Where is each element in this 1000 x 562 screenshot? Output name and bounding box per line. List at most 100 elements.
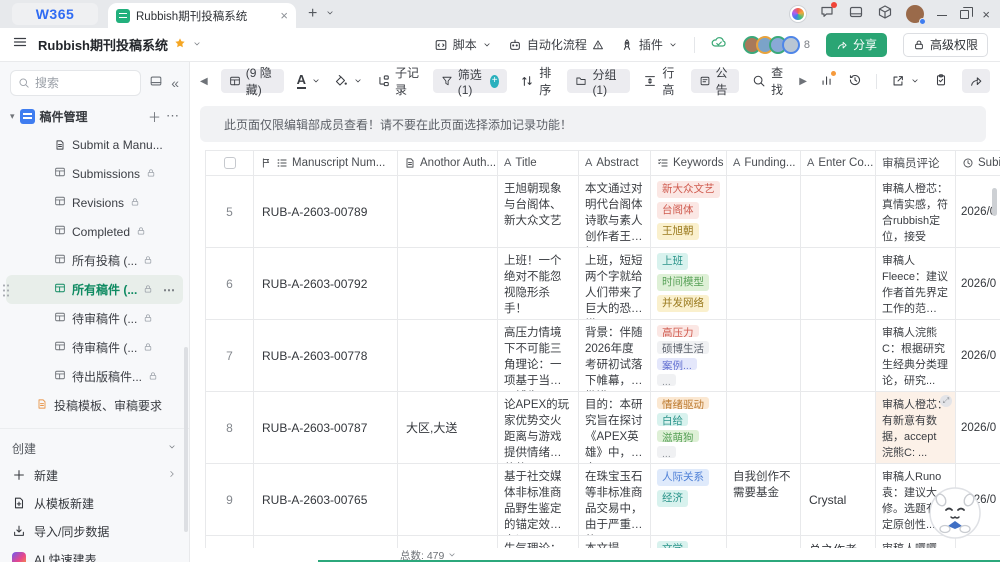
- fill-color-button[interactable]: [334, 74, 363, 88]
- cell-comment[interactable]: 审稿人橙芯：有新意有数据，accept 浣熊C: ...⤢: [876, 392, 956, 463]
- announcement-button[interactable]: 公告: [691, 69, 740, 93]
- cell-title[interactable]: 论APEX的玩家优势交火距离与游戏提供情绪价值的...: [498, 392, 579, 463]
- search-box[interactable]: [10, 70, 141, 96]
- cell-enter_co[interactable]: Crystal: [801, 464, 876, 535]
- search-input[interactable]: [35, 76, 105, 90]
- cell-num[interactable]: 9: [206, 464, 254, 535]
- section-caret-icon[interactable]: ▾: [10, 111, 15, 122]
- minimize-button[interactable]: [937, 8, 947, 21]
- cell-another_author[interactable]: [398, 176, 498, 247]
- cell-enter_co[interactable]: [801, 176, 876, 247]
- sort-button[interactable]: 排序: [520, 64, 554, 98]
- collapse-sidebar-icon[interactable]: «: [171, 76, 179, 90]
- share-button[interactable]: 分享: [826, 33, 887, 57]
- cell-num[interactable]: 7: [206, 320, 254, 391]
- create-item-0[interactable]: 新建: [0, 461, 189, 489]
- cell-funding[interactable]: [727, 536, 801, 548]
- section-more-icon[interactable]: ⋯: [166, 108, 179, 124]
- sidebar-item-2[interactable]: Revisions: [6, 188, 183, 217]
- cell-keywords[interactable]: 高压力硕博生活案例......: [651, 320, 727, 391]
- cell-comment[interactable]: 审稿人橙芯：真情实感，符合rubbish定位，接受: [876, 176, 956, 247]
- sidebar-item-3[interactable]: Completed: [6, 217, 183, 246]
- column-header-num[interactable]: [206, 151, 254, 175]
- sidebar-item-8[interactable]: 待出版稿件...: [6, 362, 183, 391]
- cell-abstract[interactable]: 背景：伴随2026年度考研初试落下帷幕，一批满...: [579, 320, 651, 391]
- collapse-panel-button[interactable]: ◀: [200, 76, 208, 87]
- cell-comment[interactable]: 审稿人Fleece：建议作者首先界定工作的范围，...: [876, 248, 956, 319]
- cell-manuscript[interactable]: RUB-A-2603-00792: [254, 248, 398, 319]
- cell-another_author[interactable]: [398, 248, 498, 319]
- cell-abstract[interactable]: 目的：本研究旨在探讨《APEX英雄》中，玩家...: [579, 392, 651, 463]
- add-sheet-icon[interactable]: ＋: [148, 107, 161, 126]
- sidebar-item-9[interactable]: 投稿模板、审稿要求: [6, 391, 183, 420]
- favorite-star-icon[interactable]: [174, 36, 186, 54]
- cell-manuscript[interactable]: RUB-A-2603-00778: [254, 320, 398, 391]
- table-row[interactable]: 9RUB-A-2603-00765基于社交媒体非标准商品野生鉴定的锚定效应实证研…: [205, 464, 1000, 536]
- cell-abstract[interactable]: 本文通过对明代台阁体诗歌与素人创作者王旭...: [579, 176, 651, 247]
- font-color-button[interactable]: A: [297, 73, 321, 90]
- column-header-comment[interactable]: 审稿员评论: [876, 151, 956, 175]
- create-caret-icon[interactable]: [167, 441, 177, 455]
- sidebar-item-5[interactable]: 所有稿件 (...⋯: [6, 275, 183, 304]
- cell-num[interactable]: 8: [206, 392, 254, 463]
- close-button[interactable]: ×: [982, 8, 990, 21]
- table-row[interactable]: 5RUB-A-2603-00789王旭朝现象与台阁体、新大众文艺本文通过对明代台…: [205, 176, 1000, 248]
- expand-toolbar-button[interactable]: ▶: [799, 76, 807, 87]
- cell-date[interactable]: 2026/0: [956, 248, 1000, 319]
- column-header-funding[interactable]: AFunding...: [727, 151, 801, 175]
- cell-funding[interactable]: [727, 392, 801, 463]
- table-row[interactable]: 生气理论：...本文提出“生...文学总之作者信审稿人嘤嘤: [205, 536, 1000, 548]
- plugins-button[interactable]: 插件: [620, 36, 678, 53]
- sidebar-item-1[interactable]: Submissions: [6, 159, 183, 188]
- cell-abstract[interactable]: 在珠宝玉石等非标准商品交易中，由于严重的...: [579, 464, 651, 535]
- column-header-date[interactable]: Subi...: [956, 151, 1000, 175]
- hidden-fields-badge[interactable]: (9 隐藏): [221, 69, 284, 93]
- create-item-1[interactable]: 从模板新建: [0, 489, 189, 517]
- cell-enter_co[interactable]: [801, 320, 876, 391]
- column-header-manuscript[interactable]: Manuscript Num...: [254, 151, 398, 175]
- cell-enter_co[interactable]: 总之作者信: [801, 536, 876, 548]
- cell-keywords[interactable]: 文学: [651, 536, 727, 548]
- cell-funding[interactable]: 自我创作不需要基金: [727, 464, 801, 535]
- cell-funding[interactable]: [727, 320, 801, 391]
- sidebar-scrollbar[interactable]: [184, 347, 188, 532]
- cell-manuscript[interactable]: RUB-A-2603-00789: [254, 176, 398, 247]
- clipboard-button[interactable]: [934, 73, 948, 90]
- sidebar-item-0[interactable]: Submit a Manu...: [6, 130, 183, 159]
- cell-manuscript[interactable]: [254, 536, 398, 548]
- table-row[interactable]: 6RUB-A-2603-00792上班！一个绝对不能忽视隐形杀手！上班，短短两个…: [205, 248, 1000, 320]
- create-section-header[interactable]: 创建: [0, 435, 189, 461]
- cell-abstract[interactable]: 上班，短短两个字就给人们带来了巨大的恐慌...: [579, 248, 651, 319]
- ai-assistant-icon[interactable]: [790, 6, 806, 22]
- cell-manuscript[interactable]: RUB-A-2603-00787: [254, 392, 398, 463]
- cloud-sync-icon[interactable]: [711, 34, 727, 55]
- apps-cube-icon[interactable]: [877, 4, 893, 25]
- column-header-enter_co[interactable]: AEnter Co...: [801, 151, 876, 175]
- automation-button[interactable]: 自动化流程: [508, 36, 604, 53]
- cell-num[interactable]: 5: [206, 176, 254, 247]
- cell-keywords[interactable]: 新大众文艺台阁体王旭朝: [651, 176, 727, 247]
- sidebar-section-header[interactable]: ▾ 稿件管理 ＋ ⋯: [0, 102, 189, 130]
- column-header-abstract[interactable]: AAbstract: [579, 151, 651, 175]
- create-item-2[interactable]: 导入/同步数据: [0, 517, 189, 545]
- cell-keywords[interactable]: 人际关系经济: [651, 464, 727, 535]
- cell-title[interactable]: 基于社交媒体非标准商品野生鉴定的锚定效应实证研...: [498, 464, 579, 535]
- cell-funding[interactable]: [727, 248, 801, 319]
- sub-records-button[interactable]: 子记录: [376, 64, 420, 98]
- document-tab[interactable]: Rubbish期刊投稿系统 ×: [108, 3, 296, 28]
- multi-window-icon[interactable]: [848, 4, 864, 25]
- title-caret-icon[interactable]: [192, 36, 202, 54]
- export-button[interactable]: [891, 74, 920, 88]
- sidebar-item-7[interactable]: 待审稿件 (...: [6, 333, 183, 362]
- script-button[interactable]: 脚本: [434, 36, 492, 53]
- create-item-3[interactable]: AI 快速建表: [0, 545, 189, 562]
- column-header-another_author[interactable]: Anothor Auth...: [398, 151, 498, 175]
- column-header-title[interactable]: ATitle: [498, 151, 579, 175]
- expand-record-button[interactable]: ⤢: [940, 395, 952, 407]
- hamburger-menu-icon[interactable]: [12, 34, 28, 55]
- history-button[interactable]: [848, 73, 862, 90]
- cell-enter_co[interactable]: [801, 248, 876, 319]
- cell-another_author[interactable]: [398, 320, 498, 391]
- w365-logo[interactable]: W365: [12, 3, 98, 25]
- cell-title[interactable]: 生气理论：...: [498, 536, 579, 548]
